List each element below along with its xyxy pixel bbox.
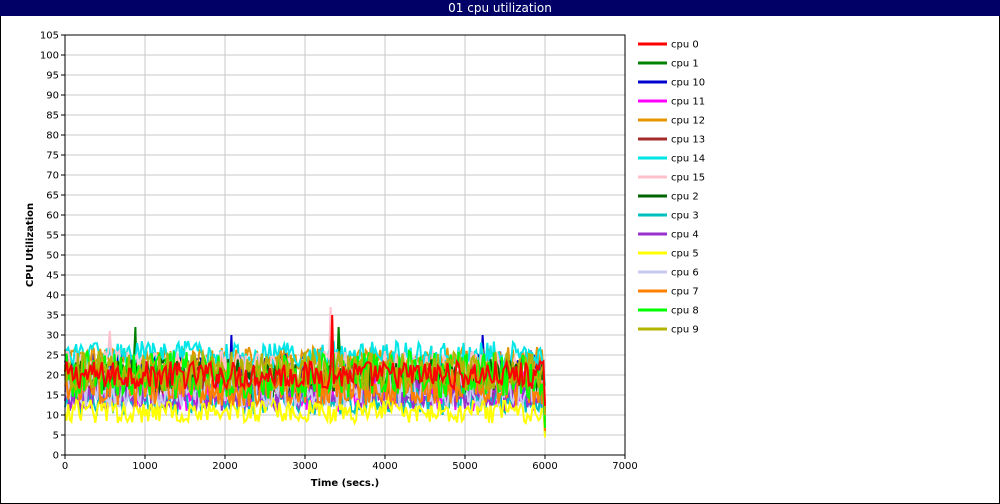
y-tick-label: 35 bbox=[46, 311, 59, 322]
y-tick-label: 25 bbox=[46, 351, 59, 362]
legend-label: cpu 3 bbox=[671, 211, 699, 222]
y-tick-label: 55 bbox=[46, 231, 59, 242]
legend-label: cpu 14 bbox=[671, 154, 705, 165]
legend-label: cpu 4 bbox=[671, 230, 699, 241]
x-tick-label: 2000 bbox=[212, 461, 237, 472]
cpu-utilization-chart: 0 1000 2000 3000 4000 5000 6000 7000 0 5 10 15 20 25 3… bbox=[25, 31, 705, 490]
x-tick-label: 3000 bbox=[292, 461, 317, 472]
y-tick-label: 30 bbox=[46, 331, 59, 342]
y-tick-label: 75 bbox=[46, 151, 59, 162]
legend-label: cpu 15 bbox=[671, 173, 705, 184]
y-tick-label: 60 bbox=[46, 211, 59, 222]
x-axis-label: Time (secs.) bbox=[311, 478, 380, 489]
y-tick-label: 50 bbox=[46, 251, 59, 262]
y-tick-label: 95 bbox=[46, 71, 59, 82]
legend-label: cpu 10 bbox=[671, 78, 705, 89]
y-tick-label: 45 bbox=[46, 271, 59, 282]
x-tick-label: 5000 bbox=[452, 461, 477, 472]
x-tick-label: 7000 bbox=[612, 461, 637, 472]
legend-label: cpu 1 bbox=[671, 59, 699, 70]
y-tick-label: 90 bbox=[46, 91, 59, 102]
y-tick-label: 20 bbox=[46, 371, 59, 382]
legend: cpu 0 cpu 1 cpu 10 cpu 11 cpu 12 cpu 13 cpu 14… bbox=[638, 40, 705, 336]
y-tick-label: 65 bbox=[46, 191, 59, 202]
y-tick-label: 80 bbox=[46, 131, 59, 142]
x-tick-label: 6000 bbox=[532, 461, 557, 472]
legend-label: cpu 7 bbox=[671, 287, 699, 298]
y-tick-label: 5 bbox=[53, 431, 59, 442]
y-tick-label: 100 bbox=[40, 51, 59, 62]
legend-label: cpu 6 bbox=[671, 268, 699, 279]
y-tick-label: 0 bbox=[53, 451, 59, 462]
legend-label: cpu 0 bbox=[671, 40, 699, 51]
x-tick-label: 4000 bbox=[372, 461, 397, 472]
legend-label: cpu 13 bbox=[671, 135, 705, 146]
y-tick-label: 40 bbox=[46, 291, 59, 302]
x-tick-label: 1000 bbox=[132, 461, 157, 472]
legend-label: cpu 12 bbox=[671, 116, 705, 127]
y-axis-label: CPU Utilization bbox=[25, 203, 36, 287]
y-tick-label: 10 bbox=[46, 411, 59, 422]
legend-label: cpu 9 bbox=[671, 325, 699, 336]
y-tick-label: 105 bbox=[40, 31, 59, 42]
legend-label: cpu 8 bbox=[671, 306, 699, 317]
legend-label: cpu 11 bbox=[671, 97, 705, 108]
y-tick-label: 15 bbox=[46, 391, 59, 402]
y-tick-label: 85 bbox=[46, 111, 59, 122]
x-tick-label: 0 bbox=[62, 461, 68, 472]
y-tick-label: 70 bbox=[46, 171, 59, 182]
legend-label: cpu 2 bbox=[671, 192, 699, 203]
legend-label: cpu 5 bbox=[671, 249, 699, 260]
